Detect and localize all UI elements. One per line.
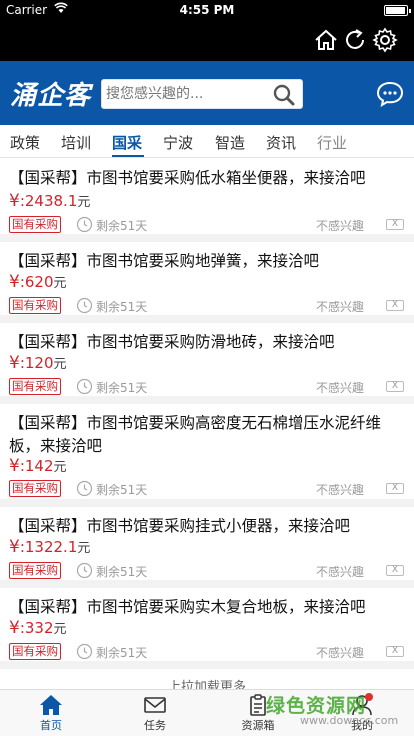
watermark: 绿色资源网 www.downcc.com: [266, 691, 406, 731]
item-price: ¥:1322.1元: [9, 537, 91, 557]
not-interested-label[interactable]: 不感兴趣: [316, 298, 364, 315]
status-badge: 国有采购: [9, 216, 61, 233]
clock-icon: [76, 643, 93, 660]
tab-news[interactable]: 资讯: [266, 132, 296, 153]
tab-training[interactable]: 培训: [61, 132, 91, 153]
search-box[interactable]: [101, 79, 303, 109]
dismiss-button[interactable]: X: [386, 646, 404, 657]
search-icon[interactable]: [272, 83, 296, 107]
item-meta: 国有采购 剩余51天 不感兴趣 X: [9, 297, 404, 315]
dismiss-button[interactable]: X: [386, 483, 404, 494]
remaining-days: 剩余51天: [96, 300, 148, 314]
item-meta: 国有采购 剩余51天 不感兴趣 X: [9, 216, 404, 234]
home-icon: [40, 695, 62, 715]
message-icon[interactable]: [376, 81, 404, 107]
clock-icon: [76, 216, 93, 233]
item-price: ¥:620元: [9, 272, 67, 292]
not-interested-label[interactable]: 不感兴趣: [316, 379, 364, 396]
tab-industry[interactable]: 行业: [317, 132, 347, 153]
bottom-tab-label: 任务: [144, 719, 166, 732]
tab-ningbo[interactable]: 宁波: [163, 132, 193, 153]
not-interested-label[interactable]: 不感兴趣: [316, 563, 364, 580]
remaining-days: 剩余51天: [96, 565, 148, 579]
status-badge: 国有采购: [9, 480, 61, 497]
item-price: ¥:2438.1元: [9, 191, 91, 211]
tab-national-procurement[interactable]: 国采: [112, 132, 142, 153]
status-badge: 国有采购: [9, 378, 61, 395]
clock-icon: [76, 480, 93, 497]
item-title[interactable]: 【国采帮】市图书馆要采购低水箱坐便器，来接洽吧: [9, 167, 390, 190]
envelope-icon: [144, 697, 166, 713]
category-tabs: 政策 培训 国采 宁波 智造 资讯 行业: [0, 125, 414, 158]
item-price: ¥:142元: [9, 456, 67, 476]
not-interested-label[interactable]: 不感兴趣: [316, 644, 364, 661]
tab-policy[interactable]: 政策: [10, 132, 40, 153]
list-item[interactable]: 【国采帮】市图书馆要采购地弹簧，来接洽吧 ¥:620元 国有采购 剩余51天 不…: [0, 242, 414, 323]
item-price: ¥:332元: [9, 618, 67, 638]
remaining-days: 剩余51天: [96, 483, 148, 497]
app-header: 涌企客: [0, 61, 414, 125]
item-title[interactable]: 【国采帮】市图书馆要采购挂式小便器，来接洽吧: [9, 515, 390, 538]
remaining-days: 剩余51天: [96, 381, 148, 395]
active-tab-indicator: [112, 155, 144, 157]
list-item[interactable]: 【国采帮】市图书馆要采购防滑地砖，来接洽吧 ¥:120元 国有采购 剩余51天 …: [0, 323, 414, 404]
gear-icon[interactable]: [372, 27, 398, 53]
item-meta: 国有采购 剩余51天 不感兴趣 X: [9, 562, 404, 580]
clock-icon: [76, 297, 93, 314]
browser-toolbar: [0, 20, 414, 61]
tab-smart-manufacturing[interactable]: 智造: [215, 132, 245, 153]
bottom-tab-home[interactable]: 首页: [21, 694, 81, 733]
refresh-icon[interactable]: [342, 27, 368, 53]
not-interested-label[interactable]: 不感兴趣: [316, 217, 364, 234]
battery-icon: [384, 5, 411, 16]
not-interested-label[interactable]: 不感兴趣: [316, 481, 364, 498]
app-logo: 涌企客: [10, 81, 92, 110]
item-price: ¥:120元: [9, 353, 67, 373]
item-meta: 国有采购 剩余51天 不感兴趣 X: [9, 378, 404, 396]
status-badge: 国有采购: [9, 562, 61, 579]
home-icon[interactable]: [313, 27, 339, 53]
item-title[interactable]: 【国采帮】市图书馆要采购地弹簧，来接洽吧: [9, 250, 390, 273]
status-badge: 国有采购: [9, 297, 61, 314]
dismiss-button[interactable]: X: [386, 300, 404, 311]
bottom-tab-label: 首页: [40, 719, 62, 732]
watermark-en: www.downcc.com: [300, 714, 399, 727]
status-badge: 国有采购: [9, 643, 61, 660]
list-item[interactable]: 【国采帮】市图书馆要采购低水箱坐便器，来接洽吧 ¥:2438.1元 国有采购 剩…: [0, 159, 414, 242]
list-item[interactable]: 【国采帮】市图书馆要采购高密度无石棉增压水泥纤维板，来接洽吧 ¥:142元 国有…: [0, 404, 414, 507]
remaining-days: 剩余51天: [96, 219, 148, 233]
dismiss-button[interactable]: X: [386, 219, 404, 230]
item-title[interactable]: 【国采帮】市图书馆要采购高密度无石棉增压水泥纤维板，来接洽吧: [9, 412, 390, 458]
status-bar: Carrier 4:55 PM: [0, 0, 414, 20]
item-meta: 国有采购 剩余51天 不感兴趣 X: [9, 643, 404, 661]
search-input[interactable]: [102, 80, 270, 108]
remaining-days: 剩余51天: [96, 646, 148, 660]
bottom-tab-tasks[interactable]: 任务: [125, 694, 185, 733]
clock-icon: [76, 378, 93, 395]
item-title[interactable]: 【国采帮】市图书馆要采购防滑地砖，来接洽吧: [9, 331, 390, 354]
item-title[interactable]: 【国采帮】市图书馆要采购实木复合地板，来接洽吧: [9, 596, 390, 619]
item-meta: 国有采购 剩余51天 不感兴趣 X: [9, 480, 404, 498]
list-item[interactable]: 【国采帮】市图书馆要采购挂式小便器，来接洽吧 ¥:1322.1元 国有采购 剩余…: [0, 507, 414, 588]
dismiss-button[interactable]: X: [386, 565, 404, 576]
list-item[interactable]: 【国采帮】市图书馆要采购实木复合地板，来接洽吧 ¥:332元 国有采购 剩余51…: [0, 588, 414, 669]
dismiss-button[interactable]: X: [386, 381, 404, 392]
clock-time: 4:55 PM: [179, 3, 235, 17]
clock-icon: [76, 562, 93, 579]
